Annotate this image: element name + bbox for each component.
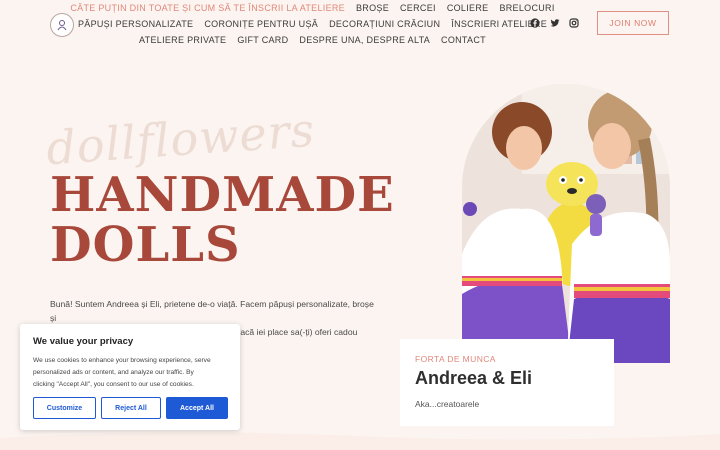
- nav-item-ateliere-info[interactable]: Câte puțin din toate și cum să te înscri…: [70, 3, 345, 13]
- reject-all-button[interactable]: Reject All: [101, 397, 161, 419]
- nav-item-coronite[interactable]: Coronițe pentru ușă: [204, 19, 318, 29]
- twitter-icon[interactable]: [549, 17, 561, 29]
- headline-line-1: HANDMADE: [50, 167, 395, 223]
- cookie-text-line-3: clicking "Accept All", you consent to ou…: [33, 381, 194, 388]
- nav-item-brelocuri[interactable]: Brelocuri: [499, 3, 554, 13]
- nav-row-2: Păpuși personalizate Coronițe pentru ușă…: [78, 19, 547, 29]
- cookie-consent-banner: We value your privacy We use cookies to …: [20, 324, 240, 430]
- hero-headline: HANDMADE DOLLS: [50, 170, 395, 270]
- nav-item-despre[interactable]: Despre una, despre alta: [299, 35, 430, 45]
- customize-button[interactable]: Customize: [33, 397, 96, 419]
- nav-item-gift-card[interactable]: Gift Card: [237, 35, 288, 45]
- founders-photo-illustration: [462, 84, 670, 363]
- brand-script-text: dollflowers: [44, 102, 317, 176]
- site-logo[interactable]: [50, 13, 74, 37]
- nav-item-decoratiuni[interactable]: Decorațiuni Crăciun: [329, 19, 440, 29]
- accept-all-button[interactable]: Accept All: [166, 397, 228, 419]
- nav-item-papusi[interactable]: Păpuși personalizate: [78, 19, 193, 29]
- join-now-button[interactable]: JOIN NOW: [597, 11, 669, 35]
- card-kicker: FORTA DE MUNCA: [415, 354, 496, 364]
- doll-logo-icon: [57, 20, 67, 31]
- site-header: Câte puțin din toate și cum să te înscri…: [0, 0, 720, 52]
- card-subtitle: Aka...creatoarele: [415, 399, 480, 409]
- nav-row-1: Câte puțin din toate și cum să te înscri…: [70, 3, 554, 13]
- nav-row-3: Ateliere private Gift Card Despre una, d…: [100, 35, 525, 45]
- hero-photo: [462, 84, 670, 363]
- bottom-wave-divider: [0, 432, 720, 450]
- headline-line-2: DOLLS: [50, 217, 241, 273]
- facebook-icon[interactable]: [529, 17, 541, 29]
- nav-item-contact[interactable]: Contact: [441, 35, 486, 45]
- nav-item-coliere[interactable]: Coliere: [447, 3, 489, 13]
- cookie-text: We use cookies to enhance your browsing …: [33, 355, 227, 391]
- cookie-title: We value your privacy: [33, 336, 134, 347]
- intro-line-1: Bună! Suntem Andreea și Eli, prietene de…: [50, 299, 374, 323]
- cookie-text-line-1: We use cookies to enhance your browsing …: [33, 357, 211, 364]
- nav-item-cercei[interactable]: Cercei: [400, 3, 436, 13]
- card-title: Andreea & Eli: [415, 368, 533, 388]
- nav-item-ateliere-private[interactable]: Ateliere private: [139, 35, 226, 45]
- cookie-text-line-2: personalized ads or content, and analyze…: [33, 369, 194, 376]
- cookie-buttons: Customize Reject All Accept All: [33, 397, 228, 419]
- nav-item-brose[interactable]: Broșe: [356, 3, 389, 13]
- founders-card: FORTA DE MUNCA Andreea & Eli Aka...creat…: [400, 339, 614, 426]
- instagram-icon[interactable]: [568, 17, 580, 29]
